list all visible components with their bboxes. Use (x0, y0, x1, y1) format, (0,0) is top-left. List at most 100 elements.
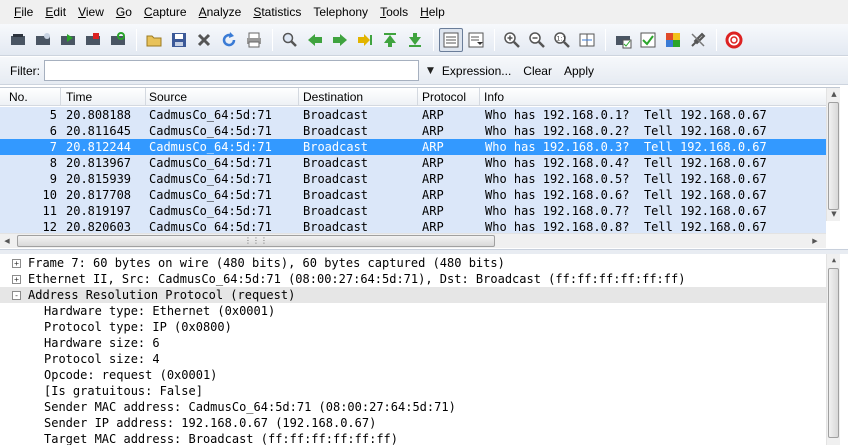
back-button[interactable] (303, 28, 327, 52)
column-header-time[interactable]: Time (66, 90, 92, 104)
packet-cell-dst: Broadcast (303, 156, 369, 170)
detail-tree-item[interactable]: Opcode: request (0x0001) (0, 367, 826, 383)
close-file-button[interactable] (192, 28, 216, 52)
column-header-no[interactable]: No. (9, 90, 28, 104)
capture-options-button[interactable] (31, 28, 55, 52)
detail-tree-item[interactable]: Hardware type: Ethernet (0x0001) (0, 303, 826, 319)
zoom-out-button[interactable] (525, 28, 549, 52)
resize-columns-button[interactable] (575, 28, 599, 52)
column-header-info[interactable]: Info (484, 90, 504, 104)
colorize-button[interactable] (439, 27, 463, 52)
menu-capture[interactable]: Capture (138, 2, 193, 22)
interfaces-button[interactable] (6, 28, 30, 52)
detail-tree-item[interactable]: Protocol size: 4 (0, 351, 826, 367)
packet-cell-info: Who has 192.168.0.2? Tell 192.168.0.67 (485, 124, 767, 138)
packet-row[interactable]: 6 20.811645 CadmusCo_64:5d:71 Broadcast ARP W… (0, 123, 826, 139)
packet-cell-info: Who has 192.168.0.5? Tell 192.168.0.67 (485, 172, 767, 186)
collapse-icon[interactable]: - (12, 291, 21, 300)
menu-file[interactable]: File (8, 2, 39, 22)
menu-view[interactable]: View (72, 2, 110, 22)
column-header-source[interactable]: Source (149, 90, 187, 104)
coloring-rules-button[interactable] (661, 28, 685, 52)
packet-row[interactable]: 8 20.813967 CadmusCo_64:5d:71 Broadcast ARP W… (0, 155, 826, 171)
detail-tree-item[interactable]: Hardware size: 6 (0, 335, 826, 351)
scrollbar-thumb[interactable] (828, 268, 839, 438)
detail-tree-item[interactable]: Target MAC address: Broadcast (ff:ff:ff:… (0, 431, 826, 445)
go-to-packet-button[interactable] (353, 28, 377, 52)
print-button[interactable] (242, 28, 266, 52)
scrollbar-thumb[interactable]: ⋮⋮⋮ (17, 235, 495, 247)
forward-button[interactable] (328, 28, 352, 52)
reload-button[interactable] (217, 28, 241, 52)
packet-row[interactable]: 5 20.808188 CadmusCo_64:5d:71 Broadcast ARP W… (0, 107, 826, 123)
menu-telephony[interactable]: Telephony (307, 2, 374, 22)
packet-list-vertical-scrollbar[interactable]: ▲ ▼ (826, 88, 840, 221)
main-toolbar: 1:1 (0, 24, 848, 56)
detail-tree-item[interactable]: [Is gratuitous: False] (0, 383, 826, 399)
packet-details-tree[interactable]: + Frame 7: 60 bytes on wire (480 bits), 6… (0, 254, 840, 445)
filter-dropdown-icon[interactable]: ▼ (427, 66, 434, 76)
detail-tree-item[interactable]: Sender IP address: 192.168.0.67 (192.168… (0, 415, 826, 431)
detail-tree-label: Protocol type: IP (0x0800) (44, 320, 232, 334)
scroll-up-icon[interactable]: ▲ (827, 88, 841, 101)
save-file-button[interactable] (167, 28, 191, 52)
toolbar-separator (494, 28, 495, 51)
packet-cell-no: 8 (49, 156, 57, 170)
detail-tree-label: Sender IP address: 192.168.0.67 (192.168… (44, 416, 377, 430)
detail-tree-label: Protocol size: 4 (44, 352, 160, 366)
display-filter-input[interactable] (44, 60, 419, 81)
detail-tree-item[interactable]: + Frame 7: 60 bytes on wire (480 bits), 6… (0, 255, 826, 271)
menu-help[interactable]: Help (414, 2, 451, 22)
detail-tree-item[interactable]: Protocol type: IP (0x0800) (0, 319, 826, 335)
packet-row[interactable]: 7 20.812244 CadmusCo_64:5d:71 Broadcast ARP W… (0, 139, 826, 155)
auto-scroll-button[interactable] (464, 28, 488, 52)
normal-size-button[interactable]: 1:1 (550, 28, 574, 52)
open-file-button[interactable] (142, 28, 166, 52)
menu-go[interactable]: Go (110, 2, 138, 22)
menu-statistics[interactable]: Statistics (247, 2, 307, 22)
scroll-down-icon[interactable]: ▼ (827, 208, 841, 221)
packet-cell-time: 20.812244 (66, 140, 132, 154)
packet-list[interactable]: No. Time Source Destination Protocol Inf… (0, 87, 840, 235)
packet-row[interactable]: 9 20.815939 CadmusCo_64:5d:71 Broadcast ARP W… (0, 171, 826, 187)
expression-button[interactable]: Expression... (442, 64, 511, 78)
last-packet-icon (409, 32, 421, 47)
packet-cell-proto: ARP (422, 188, 444, 202)
details-vertical-scrollbar[interactable]: ▲ (826, 254, 840, 445)
help-button[interactable] (722, 28, 746, 52)
capture-filters-button[interactable] (611, 28, 635, 52)
clear-button[interactable]: Clear (523, 64, 552, 78)
zoom-in-button[interactable] (500, 28, 524, 52)
toolbar-separator (716, 28, 717, 51)
packet-row[interactable]: 10 20.817708 CadmusCo_64:5d:71 Broadcast ARP… (0, 187, 826, 203)
detail-tree-item[interactable]: + Ethernet II, Src: CadmusCo_64:5d:71 (08… (0, 271, 826, 287)
packet-row[interactable]: 11 20.819197 CadmusCo_64:5d:71 Broadcast ARP… (0, 203, 826, 219)
last-packet-button[interactable] (403, 28, 427, 52)
detail-tree-item[interactable]: Sender MAC address: CadmusCo_64:5d:71 (0… (0, 399, 826, 415)
menu-edit[interactable]: Edit (39, 2, 72, 22)
packet-cell-src: CadmusCo_64:5d:71 (149, 204, 272, 218)
restart-capture-button[interactable] (106, 28, 130, 52)
column-header-destination[interactable]: Destination (303, 90, 363, 104)
packet-cell-dst: Broadcast (303, 108, 369, 122)
display-filters-button[interactable] (636, 28, 660, 52)
scroll-left-icon[interactable]: ◀ (0, 234, 14, 249)
menu-analyze[interactable]: Analyze (193, 2, 248, 22)
menu-tools[interactable]: Tools (374, 2, 414, 22)
preferences-button[interactable] (686, 28, 710, 52)
column-header-protocol[interactable]: Protocol (422, 90, 466, 104)
packet-list-horizontal-scrollbar[interactable]: ◀ ⋮⋮⋮ ▶ (0, 233, 826, 248)
packet-cell-no: 10 (42, 188, 57, 202)
stop-capture-button[interactable] (81, 28, 105, 52)
scroll-up-icon[interactable]: ▲ (827, 254, 841, 267)
start-capture-button[interactable] (56, 28, 80, 52)
packet-cell-dst: Broadcast (303, 188, 369, 202)
detail-tree-item[interactable]: - Address Resolution Protocol (request) (0, 287, 826, 303)
apply-button[interactable]: Apply (564, 64, 594, 78)
expand-icon[interactable]: + (12, 259, 21, 268)
find-button[interactable] (278, 28, 302, 52)
scroll-right-icon[interactable]: ▶ (808, 234, 822, 249)
first-packet-button[interactable] (378, 28, 402, 52)
scrollbar-thumb[interactable] (828, 102, 839, 210)
expand-icon[interactable]: + (12, 275, 21, 284)
